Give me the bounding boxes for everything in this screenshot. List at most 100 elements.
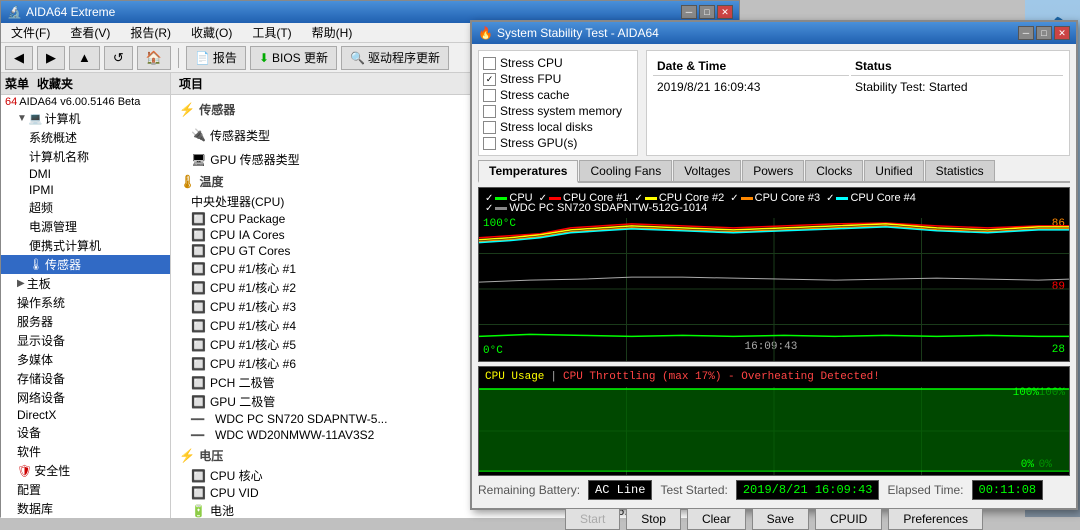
report-button[interactable]: 📄 报告 [186, 46, 246, 70]
sidebar-item-devices[interactable]: 设备 [1, 423, 170, 442]
stability-window: 🔥 System Stability Test - AIDA64 ─ □ ✕ S… [470, 20, 1078, 510]
stab-close-button[interactable]: ✕ [1054, 26, 1070, 40]
tab-temperatures[interactable]: Temperatures [478, 160, 578, 183]
core4-icon: 🔲 [191, 319, 206, 333]
sidebar-item-portable[interactable]: 便携式计算机 [1, 236, 170, 255]
stress-gpu-option[interactable]: Stress GPU(s) [483, 135, 633, 151]
sidebar-item-multimedia[interactable]: 多媒体 [1, 350, 170, 369]
sensor-section-icon: ⚡ [179, 102, 195, 118]
bios-update-button[interactable]: ⬇ BIOS 更新 [250, 46, 337, 70]
clear-button[interactable]: Clear [687, 508, 746, 530]
stab-maximize-button[interactable]: □ [1036, 26, 1052, 40]
stress-memory-option[interactable]: Stress system memory [483, 103, 633, 119]
stab-title-left: 🔥 System Stability Test - AIDA64 [478, 26, 659, 40]
tab-voltages[interactable]: Voltages [673, 160, 741, 181]
stab-window-title: System Stability Test - AIDA64 [497, 26, 659, 40]
sidebar-item-ipmi[interactable]: IPMI [1, 182, 170, 198]
sidebar-item-dmi[interactable]: DMI [1, 166, 170, 182]
cpu-package-icon: 🔲 [191, 212, 206, 226]
tab-powers[interactable]: Powers [742, 160, 804, 181]
stress-disks-checkbox[interactable] [483, 121, 496, 134]
menu-help[interactable]: 帮助(H) [306, 22, 359, 43]
stab-title-controls: ─ □ ✕ [1018, 26, 1070, 40]
cpu-vid-icon: 🔲 [191, 486, 206, 500]
status-text: Stability Test: Started [851, 78, 1063, 96]
sidebar-item-server[interactable]: 服务器 [1, 312, 170, 331]
core2-icon: 🔲 [191, 281, 206, 295]
cpu-gt-icon: 🔲 [191, 244, 206, 258]
remaining-battery-value: AC Line [588, 480, 652, 500]
stress-cpu-option[interactable]: Stress CPU [483, 55, 633, 71]
sidebar-item-overview[interactable]: 系统概述 [1, 128, 170, 147]
close-button[interactable]: ✕ [717, 5, 733, 19]
tab-unified[interactable]: Unified [864, 160, 923, 181]
stress-fpu-option[interactable]: Stress FPU [483, 71, 633, 87]
battery-icon: 🔋 [191, 504, 206, 518]
tab-statistics[interactable]: Statistics [925, 160, 995, 181]
title-bar-controls: ─ □ ✕ [681, 5, 733, 19]
sidebar-item-overclock[interactable]: 超频 [1, 198, 170, 217]
test-started-label: Test Started: [660, 483, 727, 497]
home-button[interactable]: 🏠 [137, 46, 171, 70]
menu-view[interactable]: 查看(V) [64, 22, 116, 43]
menu-tools[interactable]: 工具(T) [246, 22, 297, 43]
minimize-button[interactable]: ─ [681, 5, 697, 19]
stop-button[interactable]: Stop [626, 508, 681, 530]
stress-cache-checkbox[interactable] [483, 89, 496, 102]
sidebar-item-motherboard[interactable]: ▶ 主板 [1, 274, 170, 293]
sidebar-item-computername[interactable]: 计算机名称 [1, 147, 170, 166]
stress-cpu-checkbox[interactable] [483, 57, 496, 70]
gpu-sensor-icon: 🖥 [191, 153, 206, 167]
sidebar-item-database[interactable]: 数据库 [1, 499, 170, 518]
tab-clocks[interactable]: Clocks [805, 160, 863, 181]
sidebar-item-storage[interactable]: 存储设备 [1, 369, 170, 388]
sidebar-item-network[interactable]: 网络设备 [1, 388, 170, 407]
stab-minimize-button[interactable]: ─ [1018, 26, 1034, 40]
stress-memory-checkbox[interactable] [483, 105, 496, 118]
menu-favorites[interactable]: 收藏(O) [185, 22, 238, 43]
preferences-button[interactable]: Preferences [888, 508, 983, 530]
tab-cooling-fans[interactable]: Cooling Fans [579, 160, 672, 181]
sidebar-item-aida64[interactable]: 64 AIDA64 v6.00.5146 Beta [1, 95, 170, 109]
sidebar-item-sensors[interactable]: 🌡 传感器 [1, 255, 170, 274]
sidebar-item-os[interactable]: 操作系统 [1, 293, 170, 312]
sidebar-item-directx[interactable]: DirectX [1, 407, 170, 423]
sidebar-item-config[interactable]: 配置 [1, 480, 170, 499]
forward-button[interactable]: ▶ [37, 46, 65, 70]
sidebar-item-powermgmt[interactable]: 电源管理 [1, 217, 170, 236]
legend-core2: ✓ CPU Core #2 [634, 192, 724, 204]
core6-icon: 🔲 [191, 357, 206, 371]
cpu-usage-chart: CPU Usage | CPU Throttling (max 17%) - O… [478, 366, 1070, 476]
stab-window-icon: 🔥 [478, 26, 493, 40]
legend-cpu: ✓ CPU [485, 192, 533, 204]
stress-disks-option[interactable]: Stress local disks [483, 119, 633, 135]
stress-fpu-checkbox[interactable] [483, 73, 496, 86]
back-button[interactable]: ◀ [5, 46, 33, 70]
up-button[interactable]: ▲ [69, 46, 100, 70]
chart-area: ✓ CPU ✓ CPU Core #1 ✓ CPU Core #2 [478, 187, 1070, 476]
status-panel: Date & Time Status 2019/8/21 16:09:43 St… [646, 50, 1070, 156]
sensor-type-icon: 🔌 [191, 128, 206, 142]
stab-body: Stress CPU Stress FPU Stress cache Stres… [472, 44, 1076, 508]
stress-gpu-checkbox[interactable] [483, 137, 496, 150]
stress-cache-option[interactable]: Stress cache [483, 87, 633, 103]
save-button[interactable]: Save [752, 508, 809, 530]
driver-update-button[interactable]: 🔍 驱动程序更新 [341, 46, 449, 70]
sidebar-item-computer[interactable]: ▼ 💻 计算机 [1, 109, 170, 128]
status-col-header: Status [851, 57, 1063, 76]
remaining-battery-label: Remaining Battery: [478, 483, 580, 497]
sidebar-item-software[interactable]: 软件 [1, 442, 170, 461]
legend-core4: ✓ CPU Core #4 [826, 192, 916, 204]
cpu-usage-chart-svg [479, 387, 1069, 475]
maximize-button[interactable]: □ [699, 5, 715, 19]
menu-file[interactable]: 文件(F) [5, 22, 56, 43]
cpuid-button[interactable]: CPUID [815, 508, 882, 530]
start-button[interactable]: Start [565, 508, 620, 530]
gpu-diode-icon: 🔲 [191, 395, 206, 409]
refresh-button[interactable]: ↺ [104, 46, 133, 70]
menu-report[interactable]: 报告(R) [124, 22, 177, 43]
sidebar-item-security[interactable]: 🛡 安全性 [1, 461, 170, 480]
sidebar-header: 菜单 收藏夹 [1, 73, 170, 95]
usage-0-label: 0% [1021, 459, 1034, 471]
sidebar-item-display[interactable]: 显示设备 [1, 331, 170, 350]
